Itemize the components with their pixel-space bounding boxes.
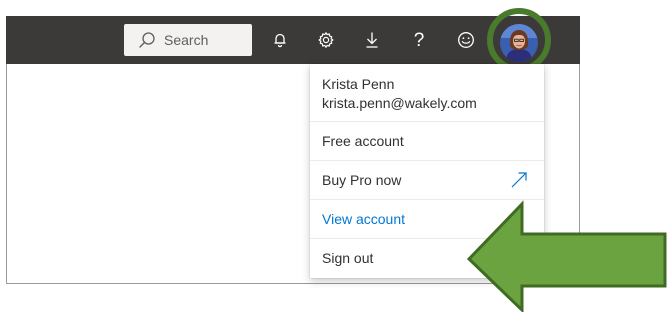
feedback-button[interactable] (451, 24, 481, 56)
user-name: Krista Penn (322, 76, 395, 92)
account-avatar-button[interactable] (500, 24, 538, 62)
screenshot-stage: ? Krista Penn (0, 0, 668, 312)
search-box[interactable] (124, 24, 252, 56)
menu-item-label: Free account (322, 133, 404, 149)
menu-item-label: Sign out (322, 250, 374, 266)
gear-icon (317, 31, 335, 49)
settings-button[interactable] (311, 24, 341, 56)
menu-item-free-account[interactable]: Free account (310, 122, 544, 161)
user-email: krista.penn@wakely.com (322, 95, 477, 111)
green-arrow-annotation (466, 200, 667, 312)
menu-item-label: View account (322, 211, 406, 227)
notifications-button[interactable] (265, 24, 295, 56)
bell-icon (272, 32, 288, 48)
download-icon (364, 31, 380, 49)
menu-item-buy-pro[interactable]: Buy Pro now (310, 161, 544, 200)
download-button[interactable] (357, 24, 387, 56)
account-menu-header: Krista Penn krista.penn@wakely.com (310, 64, 544, 122)
search-input[interactable] (164, 30, 244, 50)
avatar (500, 24, 538, 62)
menu-item-label: Buy Pro now (322, 172, 402, 188)
search-icon (138, 31, 156, 49)
help-icon: ? (413, 29, 425, 51)
help-button[interactable]: ? (404, 24, 434, 56)
external-arrow-icon (510, 171, 528, 189)
arrow-shape (466, 200, 667, 312)
smiley-icon (457, 31, 475, 49)
